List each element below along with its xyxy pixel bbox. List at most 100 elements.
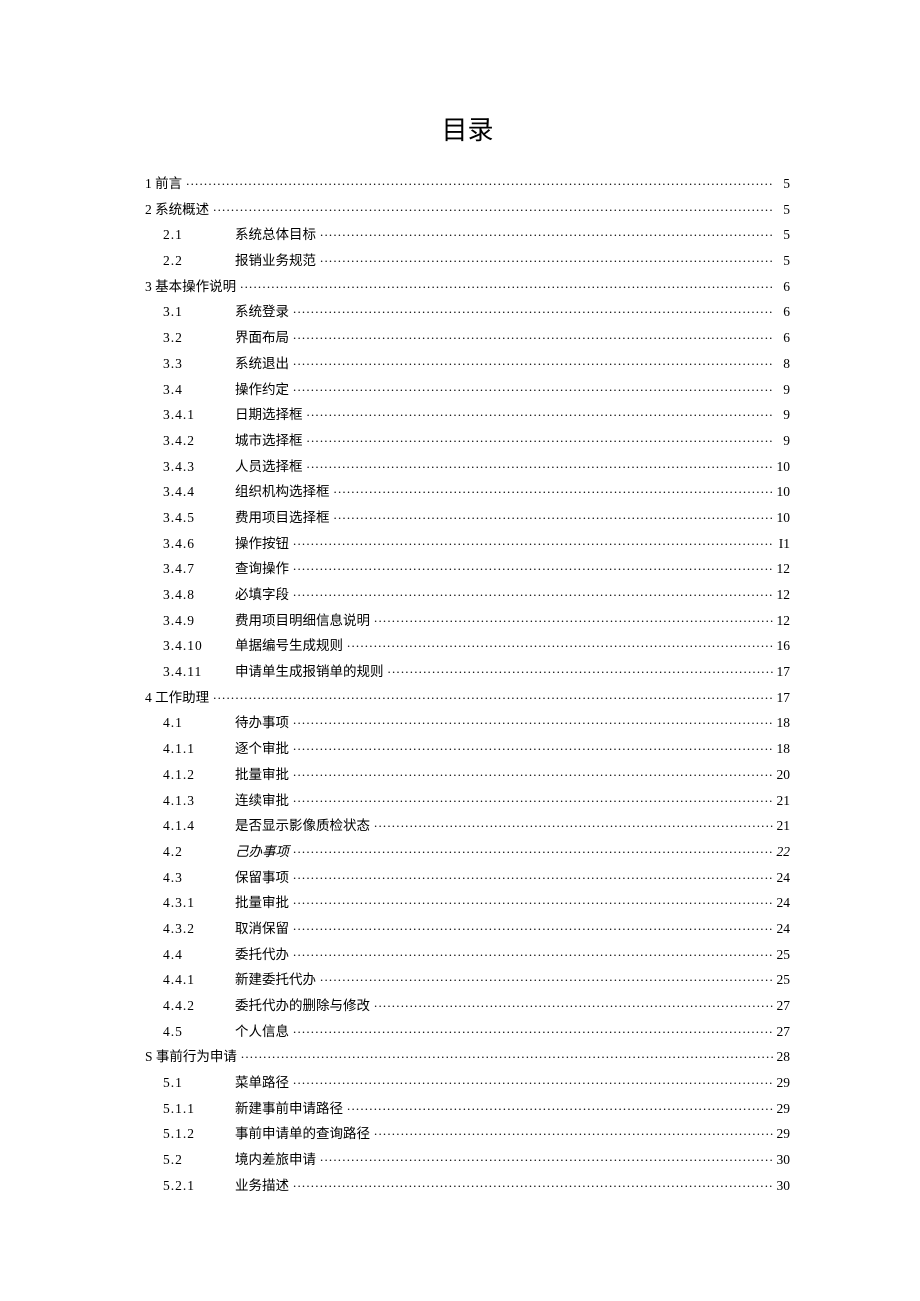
- toc-label: 新建事前申请路径: [235, 1102, 347, 1116]
- toc-entry[interactable]: 3.4.11申请单生成报销单的规则17: [145, 663, 790, 679]
- toc-label: 操作约定: [235, 383, 293, 397]
- toc-entry[interactable]: 4.4.2委托代办的删除与修改27: [145, 997, 790, 1013]
- toc-leader-dots: [293, 766, 773, 779]
- toc-label: 界面布局: [235, 331, 293, 345]
- toc-leader-dots: [307, 458, 773, 471]
- toc-entry[interactable]: 4.1待办事项18: [145, 714, 790, 730]
- toc-page-number: 5: [774, 228, 790, 242]
- toc-leader-dots: [374, 612, 773, 625]
- toc-entry[interactable]: 4.4.1新建委托代办25: [145, 971, 790, 987]
- toc-page-number: 16: [773, 639, 791, 653]
- toc-label: 3 基本操作说明: [145, 280, 240, 294]
- toc-page-number: 30: [773, 1179, 791, 1193]
- toc-entry[interactable]: 2.2报销业务规范5: [145, 252, 790, 268]
- toc-leader-dots: [293, 843, 773, 856]
- toc-entry[interactable]: 5.1.1新建事前申请路径29: [145, 1100, 790, 1116]
- toc-entry[interactable]: 4.5个人信息27: [145, 1023, 790, 1039]
- toc-entry[interactable]: 3.4.1日期选择框9: [145, 406, 790, 422]
- toc-entry[interactable]: 4 工作助理17: [145, 689, 790, 705]
- toc-entry[interactable]: 5.1.2事前申请单的查询路径29: [145, 1125, 790, 1141]
- toc-entry[interactable]: 4.3保留事项24: [145, 869, 790, 885]
- toc-entry[interactable]: 2.1系统总体目标 5: [145, 226, 790, 242]
- toc-number: 5.1: [163, 1076, 235, 1090]
- toc-page-number: 30: [773, 1153, 791, 1167]
- toc-number: 3.4.8: [163, 588, 235, 602]
- toc-entry[interactable]: 4.1.2批量审批20: [145, 766, 790, 782]
- toc-entry[interactable]: 5.2.1业务描述30: [145, 1177, 790, 1193]
- toc-entry[interactable]: 1 前言 5: [145, 175, 790, 191]
- toc-leader-dots: [320, 1151, 773, 1164]
- toc-entry[interactable]: 4.1.1逐个审批 18: [145, 740, 790, 756]
- toc-leader-dots: [293, 946, 773, 959]
- toc-label: 单据编号生成规则: [235, 639, 347, 653]
- toc-leader-dots: [347, 1100, 773, 1113]
- toc-leader-dots: [388, 663, 773, 676]
- toc-label: 是否显示影像质检状态: [235, 819, 374, 833]
- toc-label: 逐个审批: [235, 742, 293, 756]
- toc-label: 费用项目选择框: [235, 511, 334, 525]
- toc-page-number: 6: [774, 331, 790, 345]
- toc-leader-dots: [374, 997, 773, 1010]
- toc-number: 3.4.11: [163, 665, 235, 679]
- toc-leader-dots: [293, 714, 773, 727]
- toc-entry[interactable]: 3.4.2城市选择框9: [145, 432, 790, 448]
- toc-page-number: 27: [773, 1025, 791, 1039]
- toc-entry[interactable]: 3.4.7查询操作12: [145, 560, 790, 576]
- toc-entry[interactable]: 5.2境内差旅申请30: [145, 1151, 790, 1167]
- toc-label: 批量审批: [235, 768, 293, 782]
- toc-number: 4.1.1: [163, 742, 235, 756]
- toc-page-number: 18: [773, 742, 791, 756]
- toc-entry[interactable]: 3.4.8必填字段12: [145, 586, 790, 602]
- toc-entry[interactable]: S 事前行为申请28: [145, 1048, 790, 1064]
- toc-entry[interactable]: 4.1.4是否显示影像质检状态21: [145, 817, 790, 833]
- toc-entry[interactable]: 4.4委托代办25: [145, 946, 790, 962]
- toc-leader-dots: [293, 1074, 773, 1087]
- toc-entry[interactable]: 3.4.5费用项目选择框10: [145, 509, 790, 525]
- toc-leader-dots: [186, 175, 774, 188]
- toc-leader-dots: [293, 792, 773, 805]
- toc-entry[interactable]: 3.2界面布局 6: [145, 329, 790, 345]
- toc-number: 3.4.4: [163, 485, 235, 499]
- toc-number: 3.3: [163, 357, 235, 371]
- toc-number: 2.1: [163, 228, 235, 242]
- toc-entry[interactable]: 3.4.4组织机构选择框10: [145, 483, 790, 499]
- toc-entry[interactable]: 2 系统概述5: [145, 201, 790, 217]
- toc-entry[interactable]: 3.4操作约定9: [145, 381, 790, 397]
- toc-entry[interactable]: 5.1菜单路径 29: [145, 1074, 790, 1090]
- toc-number: 3.4.6: [163, 537, 235, 551]
- toc-label: 1 前言: [145, 177, 186, 191]
- toc-label: 菜单路径: [235, 1076, 293, 1090]
- toc-page-number: 28: [773, 1050, 791, 1064]
- toc-label: 系统总体目标: [235, 228, 320, 242]
- toc-label: 操作按钮: [235, 537, 293, 551]
- toc-entry[interactable]: 3 基本操作说明6: [145, 278, 790, 294]
- toc-label: 个人信息: [235, 1025, 293, 1039]
- toc-leader-dots: [293, 1177, 773, 1190]
- toc-page-number: 9: [774, 408, 790, 422]
- toc-entry[interactable]: 4.1.3连续审批21: [145, 792, 790, 808]
- toc-page-number: 10: [773, 485, 791, 499]
- toc-entry[interactable]: 3.4.10单据编号生成规则16: [145, 637, 790, 653]
- toc-page-number: 29: [773, 1076, 791, 1090]
- toc-entry[interactable]: 4.3.2取消保留24: [145, 920, 790, 936]
- toc-label: 人员选择框: [235, 460, 307, 474]
- toc-page-number: 24: [773, 896, 791, 910]
- toc-number: 2.2: [163, 254, 235, 268]
- toc-number: 3.2: [163, 331, 235, 345]
- toc-entry[interactable]: 3.4.9费用项目明细信息说明12: [145, 612, 790, 628]
- toc-leader-dots: [241, 1048, 773, 1061]
- toc-page-number: 29: [773, 1102, 791, 1116]
- toc-entry[interactable]: 4.3.1批量审批24: [145, 894, 790, 910]
- toc-page-number: 6: [774, 305, 790, 319]
- toc-leader-dots: [347, 637, 773, 650]
- toc-number: 4.3: [163, 871, 235, 885]
- toc-leader-dots: [307, 406, 775, 419]
- toc-number: 4.3.1: [163, 896, 235, 910]
- toc-entry[interactable]: 3.4.3人员选择框10: [145, 458, 790, 474]
- toc-page-number: 5: [774, 177, 790, 191]
- toc-entry[interactable]: 4.2己办事项22: [145, 843, 790, 859]
- toc-label: 日期选择框: [235, 408, 307, 422]
- toc-entry[interactable]: 3.4.6操作按钮I1: [145, 535, 790, 551]
- toc-entry[interactable]: 3.3系统退出8: [145, 355, 790, 371]
- toc-entry[interactable]: 3.1系统登录6: [145, 303, 790, 319]
